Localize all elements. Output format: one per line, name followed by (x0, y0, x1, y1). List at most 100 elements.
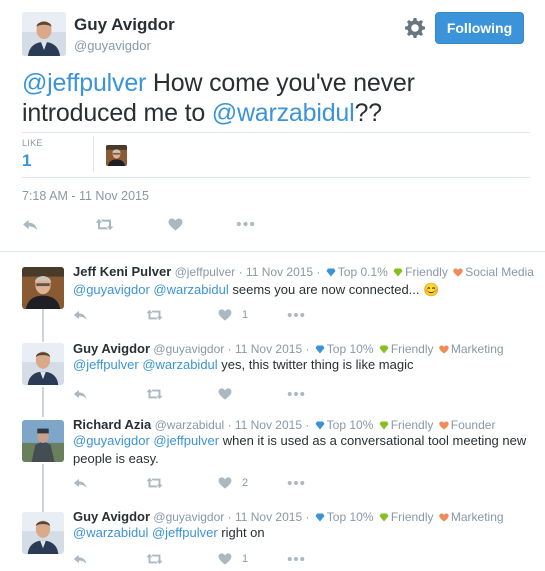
diamond-icon (315, 345, 325, 354)
reply-icon[interactable] (73, 309, 88, 321)
reply-actions: 2 (73, 476, 373, 494)
role-badge: Marketing (439, 510, 504, 524)
avatar[interactable] (22, 343, 64, 385)
more-icon[interactable] (287, 480, 305, 486)
mention-link[interactable]: @jeffpulver @warzabidul (73, 357, 218, 372)
friendly-badge: Friendly (393, 265, 448, 279)
mention-link[interactable]: @warzabidul @jeffpulver (73, 525, 218, 540)
author-handle[interactable]: @guyavigdor (74, 38, 151, 53)
role-badge: Social Media (453, 265, 534, 279)
reply-tweet: Guy Avigdor @guyavigdor · 11 Nov 2015 · … (0, 509, 545, 569)
tweet-timestamp[interactable]: 7:18 AM - 11 Nov 2015 (22, 189, 149, 203)
friendly-badge: Friendly (379, 418, 433, 432)
reply-author-name[interactable]: Jeff Keni Pulver (73, 264, 171, 279)
gear-icon[interactable] (403, 16, 427, 40)
reply-actions: 1 (73, 308, 373, 326)
reply-date[interactable]: · 11 Nov 2015 · (228, 342, 310, 356)
reply-author-handle[interactable]: @jeffpulver (175, 265, 236, 279)
heart-icon[interactable] (168, 218, 183, 231)
like-count: 1 (242, 309, 249, 321)
reply-meta: Jeff Keni Pulver @jeffpulver · 11 Nov 20… (73, 264, 534, 279)
more-icon[interactable] (287, 556, 305, 562)
like-count: 1 (242, 553, 249, 565)
reply-meta: Guy Avigdor @guyavigdor · 11 Nov 2015 · … (73, 341, 504, 356)
retweet-icon[interactable] (146, 388, 163, 400)
reply-text: @guyavigdor @warzabidul seems you are no… (73, 281, 533, 299)
divider (93, 136, 94, 172)
likes-count[interactable]: 1 (22, 151, 31, 171)
avatar[interactable] (22, 12, 66, 56)
diamond-icon (379, 345, 389, 354)
reply-author-handle[interactable]: @warzabidul (155, 418, 225, 432)
reply-text-segment: right on (217, 525, 265, 540)
heart-icon[interactable] (218, 388, 232, 400)
divider (22, 177, 530, 178)
reply-author-handle[interactable]: @guyavigdor (153, 342, 224, 356)
likes-label: LIKE (22, 138, 43, 148)
reply-text-segment: seems you are now connected... (228, 282, 424, 297)
reply-actions (73, 387, 373, 405)
tweet-text-segment: ?? (354, 99, 382, 127)
reply-text: @jeffpulver @warzabidul yes, this twitte… (73, 356, 533, 374)
tweet-actions (22, 215, 322, 235)
reply-text: @guyavigdor @jeffpulver when it is used … (73, 432, 533, 468)
reply-icon[interactable] (73, 553, 88, 565)
diamond-icon (379, 421, 389, 430)
avatar[interactable] (22, 512, 64, 554)
more-icon[interactable] (287, 312, 305, 318)
reply-meta: Guy Avigdor @guyavigdor · 11 Nov 2015 · … (73, 509, 504, 524)
like-count: 2 (242, 477, 249, 489)
reply-text-segment: yes, this twitter thing is like magic (217, 357, 414, 372)
friendly-badge: Friendly (379, 510, 434, 524)
retweet-icon[interactable] (146, 553, 163, 565)
more-icon[interactable] (236, 221, 255, 227)
diamond-icon (315, 513, 325, 522)
smile-emoji: 😊 (423, 282, 440, 297)
more-icon[interactable] (287, 391, 305, 397)
reply-date[interactable]: · 11 Nov 2015 · (228, 510, 310, 524)
mention-link[interactable]: @warzabidul (212, 99, 355, 127)
reply-tweet: Richard Azia @warzabidul · 11 Nov 2015 ·… (0, 417, 545, 493)
role-badge: Marketing (439, 342, 504, 356)
mention-link[interactable]: @guyavigdor @warzabidul (73, 282, 229, 297)
author-name[interactable]: Guy Avigdor (74, 15, 175, 35)
role-badge: Founder (439, 418, 495, 432)
tweet-text: @jeffpulver How come you've never introd… (22, 68, 532, 128)
heart-badge-icon (439, 345, 449, 354)
following-button[interactable]: Following (435, 12, 524, 44)
diamond-icon (393, 268, 403, 277)
heart-icon[interactable] (218, 477, 232, 489)
reply-text: @warzabidul @jeffpulver right on (73, 524, 533, 542)
mention-link[interactable]: @guyavigdor @jeffpulver (73, 433, 219, 448)
diamond-icon (379, 513, 389, 522)
retweet-icon[interactable] (146, 309, 163, 321)
reply-icon[interactable] (73, 477, 88, 489)
reply-meta: Richard Azia @warzabidul · 11 Nov 2015 ·… (73, 417, 495, 432)
diamond-icon (315, 421, 325, 430)
reply-author-handle[interactable]: @guyavigdor (153, 510, 224, 524)
reply-author-name[interactable]: Richard Azia (73, 417, 151, 432)
mention-link[interactable]: @jeffpulver (22, 69, 146, 97)
main-tweet: Guy Avigdor @guyavigdor Following @jeffp… (0, 0, 545, 247)
top-badge: Top 10% (315, 510, 374, 524)
retweet-icon[interactable] (95, 218, 114, 231)
heart-icon[interactable] (218, 309, 232, 321)
diamond-icon (326, 268, 336, 277)
top-badge: Top 10% (315, 418, 373, 432)
reply-date[interactable]: · 11 Nov 2015 · (239, 265, 321, 279)
reply-tweet: Jeff Keni Pulver @jeffpulver · 11 Nov 20… (0, 262, 545, 328)
retweet-icon[interactable] (146, 477, 163, 489)
heart-badge-icon (439, 513, 449, 522)
reply-actions: 1 (73, 552, 373, 570)
liker-avatar[interactable] (106, 145, 127, 166)
reply-icon[interactable] (73, 388, 88, 400)
avatar[interactable] (22, 267, 64, 309)
heart-icon[interactable] (218, 553, 232, 565)
reply-author-name[interactable]: Guy Avigdor (73, 341, 150, 356)
divider (22, 132, 530, 133)
avatar[interactable] (22, 420, 64, 462)
reply-date[interactable]: · 11 Nov 2015 · (228, 418, 310, 432)
heart-badge-icon (439, 421, 449, 430)
reply-author-name[interactable]: Guy Avigdor (73, 509, 150, 524)
reply-icon[interactable] (22, 218, 39, 231)
